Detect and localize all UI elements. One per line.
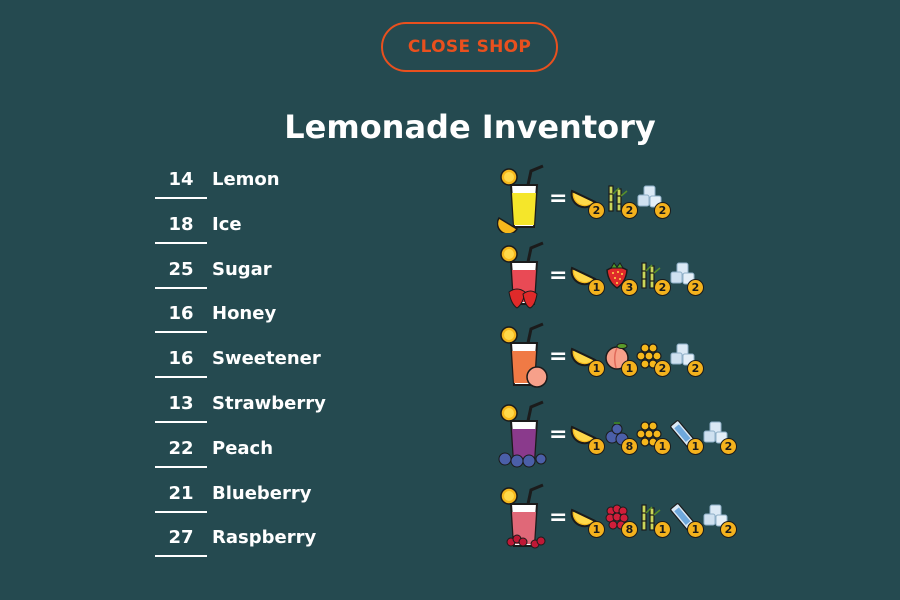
ingredient-count-badge: 2 [687,360,704,377]
inventory-row-honey: 16 Honey [155,294,415,339]
inventory-row-sugar: 25 Sugar [155,250,415,295]
close-shop-button[interactable]: CLOSE SHOP [381,22,558,72]
equals-sign: = [549,185,568,211]
inventory-row-ice: 18 Ice [155,205,415,250]
strawberry-icon: 3 [602,260,638,296]
inventory-row-lemon: 14 Lemon [155,160,415,205]
ingredient-count-badge: 2 [720,521,737,538]
raspberry-icon: 8 [602,502,638,538]
equals-sign: = [549,262,568,288]
quantity-value: 27 [155,523,207,558]
honey-icon: 2 [635,341,671,377]
sugar-cane-icon: 2 [635,260,671,296]
quantity-value: 13 [155,389,207,423]
sugar-cane-icon: 2 [602,183,638,219]
strawberry-lemonade-glass-icon [497,240,549,310]
ingredient-count-badge: 2 [654,202,671,219]
ingredient-name: Sugar [212,258,272,280]
ingredient-name: Raspberry [212,527,317,549]
recipe-row: = 1 8 1 1 2 [497,399,797,469]
ingredient-name: Lemon [212,169,280,190]
recipe-row: = 1 1 2 2 [497,321,797,391]
ingredient-name: Honey [212,303,277,325]
ice-icon: 2 [701,502,737,538]
inventory-row-blueberry: 21 Blueberry [155,474,415,519]
inventory-row-peach: 22 Peach [155,429,415,474]
sugar-cane-icon: 1 [635,502,671,538]
ingredient-name: Sweetener [212,348,321,370]
quantity-value: 16 [155,344,207,379]
inventory-list: 14 Lemon 18 Ice 25 Sugar 16 Honey 16 Swe… [155,160,415,563]
ingredient-name: Peach [212,437,274,459]
sweetener-packet-icon: 1 [668,502,704,538]
ingredient-name: Blueberry [212,482,312,504]
raspberry-lemonade-glass-icon [497,482,549,552]
recipe-row: = 2 2 2 [496,163,797,235]
peach-icon: 1 [602,341,638,377]
quantity-value: 16 [155,299,207,334]
blueberry-icon: 8 [602,419,638,455]
equals-sign: = [549,421,568,447]
quantity-value: 21 [155,479,207,513]
ice-icon: 2 [668,341,704,377]
recipe-row: = 1 8 1 1 2 [497,482,797,552]
ingredient-count-badge: 2 [720,438,737,455]
lemon-icon: 1 [569,341,605,377]
honey-icon: 1 [635,419,671,455]
blueberry-lemonade-glass-icon [497,399,549,469]
equals-sign: = [549,504,568,530]
lemon-icon: 1 [569,502,605,538]
lemon-icon: 2 [569,183,605,219]
peach-lemonade-glass-icon [497,321,549,391]
quantity-value: 22 [155,434,207,468]
ingredient-count-badge: 2 [687,279,704,296]
lemonade-glass-icon [496,163,549,235]
lemon-icon: 1 [569,260,605,296]
quantity-value: 25 [155,255,207,289]
equals-sign: = [549,343,568,369]
recipe-row: = 1 3 2 2 [497,240,797,310]
ingredient-name: Strawberry [212,392,326,414]
sweetener-packet-icon: 1 [668,419,704,455]
lemon-icon: 1 [569,419,605,455]
inventory-row-sweetener: 16 Sweetener [155,339,415,384]
ingredient-name: Ice [212,213,242,235]
quantity-value: 14 [155,165,207,199]
quantity-value: 18 [155,210,207,244]
ice-icon: 2 [668,260,704,296]
ice-icon: 2 [701,419,737,455]
ice-icon: 2 [635,183,671,219]
inventory-row-raspberry: 27 Raspberry [155,518,415,563]
inventory-row-strawberry: 13 Strawberry [155,384,415,429]
page-title: Lemonade Inventory [284,108,656,146]
